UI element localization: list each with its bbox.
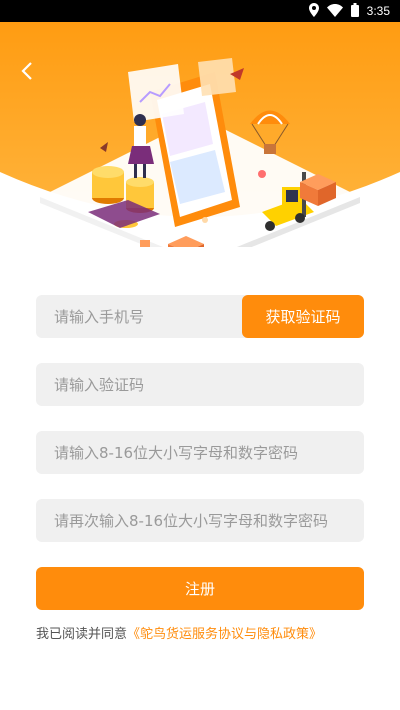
register-form: 获取验证码 (36, 295, 364, 567)
location-icon (308, 2, 319, 21)
code-field (36, 363, 364, 406)
agreement-text: 我已阅读并同意《鸵鸟货运服务协议与隐私政策》 (36, 623, 322, 642)
chevron-left-icon (21, 62, 32, 80)
code-input[interactable] (36, 363, 364, 406)
confirm-password-field (36, 499, 364, 542)
status-time: 3:35 (366, 4, 390, 18)
header-banner (0, 22, 400, 247)
agreement-link[interactable]: 《鸵鸟货运服务协议与隐私政策》 (127, 627, 322, 642)
password-field (36, 431, 364, 474)
back-button[interactable] (10, 54, 44, 88)
phone-field: 获取验证码 (36, 295, 364, 338)
password-input[interactable] (36, 431, 364, 474)
wifi-icon (326, 2, 343, 21)
status-bar: 3:35 (0, 0, 400, 22)
header-illustration (0, 22, 400, 247)
agreement-prefix: 我已阅读并同意 (36, 627, 128, 642)
phone-input[interactable] (36, 295, 241, 338)
confirm-password-input[interactable] (36, 499, 364, 542)
get-code-button[interactable]: 获取验证码 (242, 295, 364, 338)
register-button[interactable]: 注册 (36, 567, 364, 610)
battery-icon (350, 2, 359, 21)
